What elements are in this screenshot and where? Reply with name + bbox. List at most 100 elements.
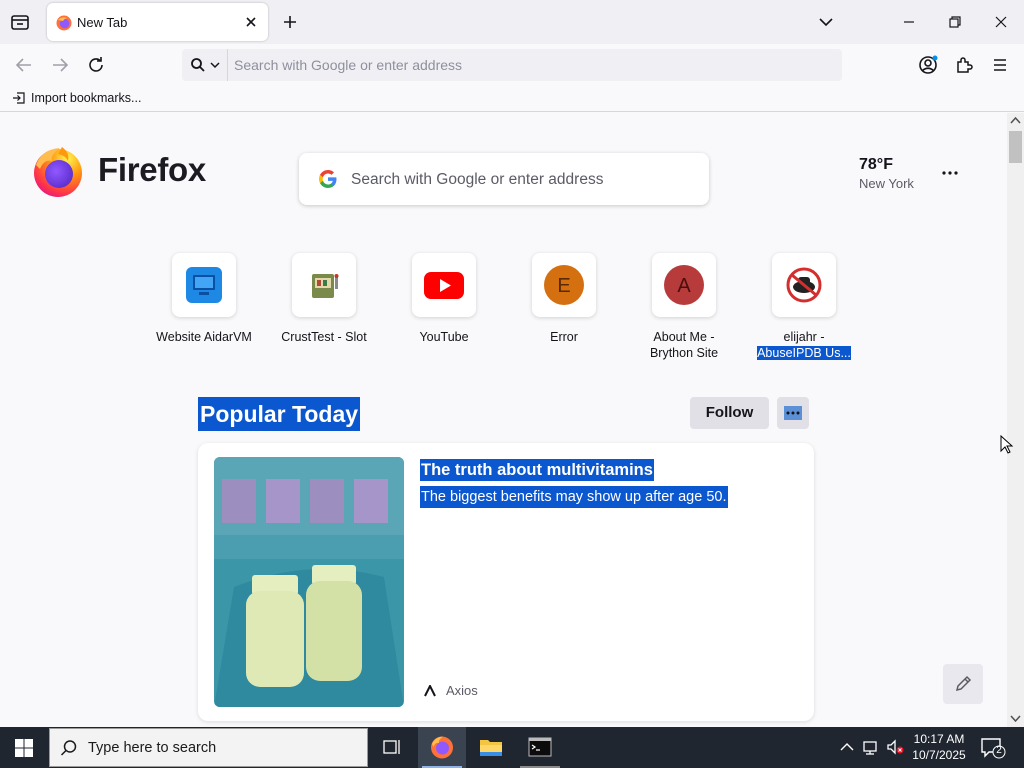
scroll-up-icon[interactable] (1010, 116, 1021, 124)
address-bar[interactable]: Search with Google or enter address (182, 49, 842, 81)
top-site-tile[interactable] (772, 253, 836, 317)
system-clock[interactable]: 10:17 AM 10/7/2025 (907, 731, 971, 763)
tab-new-tab[interactable]: New Tab (47, 3, 268, 41)
search-engine-selector[interactable] (182, 49, 228, 81)
forward-arrow-icon[interactable] (48, 53, 72, 77)
clock-time: 10:17 AM (913, 732, 965, 746)
top-site-youtube[interactable]: YouTube (384, 253, 504, 345)
bookmarks-toolbar: Import bookmarks... (0, 86, 1024, 112)
chevron-up-icon[interactable] (838, 738, 856, 756)
firefox-taskbar-icon (431, 736, 453, 759)
weather-city[interactable]: New York (859, 176, 914, 191)
section-more-button[interactable] (777, 397, 809, 429)
monitor-icon (186, 267, 222, 303)
svg-text:A: A (677, 275, 691, 297)
firefox-favicon-icon (56, 15, 72, 31)
minimize-icon[interactable] (899, 12, 919, 32)
network-icon[interactable] (862, 738, 880, 756)
close-tab-icon[interactable] (243, 14, 259, 30)
vertical-scrollbar[interactable] (1007, 113, 1024, 727)
google-icon (319, 170, 337, 188)
top-site-about-me-brython[interactable]: A About Me - Brython Site (624, 253, 744, 361)
navigation-toolbar: Search with Google or enter address (0, 44, 1024, 86)
extensions-icon[interactable] (952, 53, 976, 77)
reload-icon[interactable] (84, 53, 108, 77)
notification-center-button[interactable]: 2 (980, 737, 1006, 759)
abuseipdb-icon (786, 267, 822, 303)
import-icon (13, 92, 25, 104)
firefox-wordmark: Firefox (98, 151, 206, 188)
task-view-button[interactable] (368, 727, 416, 768)
follow-button[interactable]: Follow (690, 397, 769, 429)
chevron-down-icon[interactable] (816, 12, 836, 32)
taskbar-file-explorer[interactable] (467, 727, 515, 768)
folder-icon (480, 740, 502, 756)
more-dots-icon (784, 406, 802, 420)
top-site-label: Website AidarVM (156, 330, 252, 344)
youtube-icon (424, 272, 464, 299)
newtab-search-box[interactable]: Search with Google or enter address (299, 153, 709, 205)
notification-count: 2 (996, 745, 1002, 756)
taskbar-firefox[interactable] (418, 727, 466, 768)
top-site-tile[interactable]: A (652, 253, 716, 317)
top-site-elijahr-abuseipdb[interactable]: elijahr - AbuseIPDB Us... (744, 253, 864, 361)
top-site-label-line2: AbuseIPDB Us... (757, 346, 851, 360)
firefox-logo-icon (34, 147, 82, 197)
top-site-label: Error (550, 330, 578, 344)
import-bookmarks-button[interactable]: Import bookmarks... (12, 91, 141, 105)
mouse-cursor-icon (1000, 435, 1014, 454)
tab-strip: New Tab (0, 0, 1024, 44)
windows-logo-icon (15, 739, 33, 757)
story-card[interactable]: The truth about multivitamins The bigges… (198, 443, 814, 721)
story-source-name: Axios (446, 683, 478, 698)
volume-muted-icon[interactable] (886, 738, 904, 756)
clock-date: 10/7/2025 (912, 748, 966, 762)
chevron-down-icon (210, 62, 220, 69)
axios-logo-icon (424, 684, 436, 696)
new-tab-icon[interactable] (280, 12, 300, 32)
tab-title: New Tab (77, 15, 128, 30)
top-site-label: YouTube (419, 330, 469, 344)
back-arrow-icon[interactable] (12, 53, 36, 77)
windows-taskbar: Type here to search 10:17 AM 10/7/2025 2 (0, 727, 1024, 768)
letter-e-icon: E (544, 265, 584, 305)
newtab-search-input[interactable]: Search with Google or enter address (351, 171, 603, 189)
top-site-error[interactable]: E Error (504, 253, 624, 345)
taskbar-search-box[interactable]: Type here to search (49, 728, 368, 767)
address-input[interactable]: Search with Google or enter address (234, 57, 462, 73)
top-site-label-line2: Brython Site (649, 346, 719, 360)
pencil-icon (955, 675, 972, 692)
top-site-website-aidarvm[interactable]: Website AidarVM (144, 253, 264, 345)
scrollbar-thumb[interactable] (1009, 131, 1022, 163)
weather-menu-icon[interactable] (938, 163, 962, 183)
top-site-label: About Me - Brython Site (624, 329, 744, 361)
top-site-tile[interactable] (172, 253, 236, 317)
weather-temperature[interactable]: 78°F (859, 156, 893, 174)
story-excerpt: The biggest benefits may show up after a… (420, 486, 728, 508)
new-tab-page: Firefox Search with Google or enter addr… (0, 113, 1007, 727)
close-window-icon[interactable] (991, 12, 1011, 32)
top-site-tile[interactable] (412, 253, 476, 317)
top-site-label: elijahr - AbuseIPDB Us... (744, 329, 864, 361)
top-site-crusttest-slot[interactable]: CrustTest - Slot (264, 253, 384, 345)
top-site-tile[interactable] (292, 253, 356, 317)
top-site-tile[interactable]: E (532, 253, 596, 317)
svg-text:E: E (557, 275, 570, 297)
customize-button[interactable] (943, 664, 983, 704)
hamburger-menu-icon[interactable] (988, 53, 1012, 77)
restore-icon[interactable] (945, 12, 965, 32)
search-icon (60, 740, 77, 756)
section-title-popular-today: Popular Today (198, 397, 361, 431)
taskbar-search-input[interactable]: Type here to search (88, 740, 216, 756)
terminal-icon (528, 737, 552, 757)
story-headline[interactable]: The truth about multivitamins (420, 459, 654, 481)
top-site-label-line1: elijahr - (783, 330, 825, 344)
search-icon (191, 58, 205, 72)
account-icon[interactable] (916, 53, 940, 77)
import-bookmarks-label: Import bookmarks... (31, 91, 142, 105)
letter-a-icon: A (664, 265, 704, 305)
scroll-down-icon[interactable] (1010, 715, 1021, 723)
start-button[interactable] (0, 727, 48, 768)
taskbar-terminal[interactable] (516, 727, 564, 768)
firefox-view-icon[interactable] (8, 10, 32, 34)
